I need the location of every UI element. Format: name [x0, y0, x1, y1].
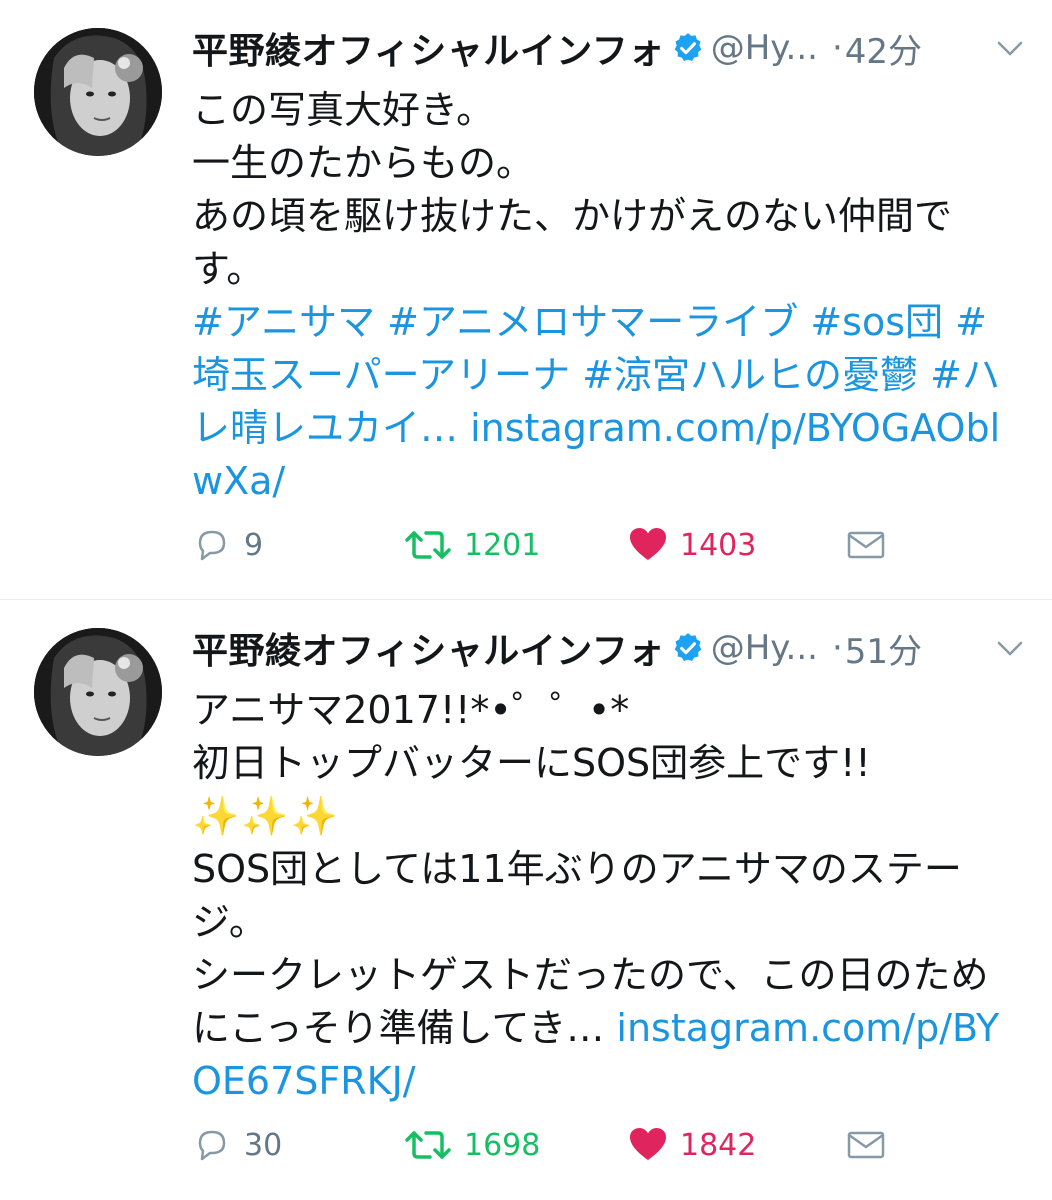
author-handle[interactable]: @Hy...: [711, 628, 818, 668]
retweet-count: 1201: [464, 527, 541, 563]
tweet-line: この写真大好き。: [192, 88, 495, 132]
heart-icon: [630, 528, 666, 560]
tweet-content: 平野綾オフィシャルインフォ @Hy... · 42分 この写真大好き。 一生のた…: [192, 14, 1024, 508]
tweet-line: SOS団としては11年ぶりのアニサマのステージ。: [192, 847, 962, 944]
reply-count: 9: [244, 527, 264, 563]
verified-badge-icon: [674, 633, 702, 662]
tweet-text: この写真大好き。 一生のたからもの。 あの頃を駆け抜けた、かけがえのない仲間です…: [192, 84, 1024, 508]
reply-icon: [198, 1130, 226, 1161]
retweet-icon: [405, 1131, 451, 1159]
tweet-text: アニサマ2017!!*•゜゜•* 初日トップバッターにSOS団参上です!! ✨✨…: [192, 684, 1024, 1108]
author-name[interactable]: 平野綾オフィシャルインフォ: [192, 22, 665, 74]
tweet-timestamp[interactable]: 42分: [845, 24, 922, 73]
reply-button[interactable]: 9: [192, 520, 263, 570]
tweet-content: 平野綾オフィシャルインフォ @Hy... · 51分 アニサマ2017!!*•゜…: [192, 614, 1024, 1108]
chevron-down-icon[interactable]: [996, 640, 1024, 658]
author-name[interactable]: 平野綾オフィシャルインフォ: [192, 622, 665, 674]
direct-message-button[interactable]: [846, 520, 886, 570]
avatar[interactable]: [34, 28, 162, 156]
avatar-photo: [34, 628, 162, 756]
tweet-header: 平野綾オフィシャルインフォ @Hy... · 42分: [192, 14, 1024, 82]
tweet-actions: 9 1201 1403: [0, 520, 1052, 570]
heart-icon: [630, 1128, 666, 1160]
like-button[interactable]: 1842: [628, 1120, 756, 1170]
like-count: 1842: [680, 1127, 757, 1163]
tweet-line: 一生のたからもの。: [192, 141, 535, 185]
verified-badge-icon: [674, 33, 702, 62]
like-count: 1403: [680, 527, 757, 563]
reply-button[interactable]: 30: [192, 1120, 282, 1170]
chevron-down-icon[interactable]: [996, 40, 1024, 58]
retweet-count: 1698: [464, 1127, 541, 1163]
tweet[interactable]: 平野綾オフィシャルインフォ @Hy... · 51分 アニサマ2017!!*•゜…: [0, 600, 1052, 1200]
header-separator: ·: [831, 28, 843, 68]
tweet-actions: 30 1698 1842: [0, 1120, 1052, 1170]
avatar-photo: [34, 28, 162, 156]
like-button[interactable]: 1403: [628, 520, 756, 570]
direct-message-button[interactable]: [846, 1120, 886, 1170]
tweet-timestamp[interactable]: 51分: [845, 624, 922, 673]
envelope-icon: [847, 531, 885, 559]
tweet-line: あの頃を駆け抜けた、かけがえのない仲間です。: [192, 194, 953, 291]
tweet[interactable]: 平野綾オフィシャルインフォ @Hy... · 42分 この写真大好き。 一生のた…: [0, 0, 1052, 600]
retweet-icon: [405, 531, 451, 559]
tweet-line: アニサマ2017!!*•゜゜•*: [192, 688, 630, 732]
tweet-header: 平野綾オフィシャルインフォ @Hy... · 51分: [192, 614, 1024, 682]
author-handle[interactable]: @Hy...: [711, 28, 818, 68]
reply-icon: [198, 530, 226, 561]
header-separator: ·: [831, 628, 843, 668]
envelope-icon: [847, 1131, 885, 1159]
retweet-button[interactable]: 1201: [404, 520, 540, 570]
retweet-button[interactable]: 1698: [404, 1120, 540, 1170]
reply-count: 30: [244, 1127, 283, 1163]
sparkles-emoji: ✨✨✨: [192, 794, 340, 838]
avatar[interactable]: [34, 628, 162, 756]
tweet-line: 初日トップバッターにSOS団参上です!!: [192, 741, 871, 785]
